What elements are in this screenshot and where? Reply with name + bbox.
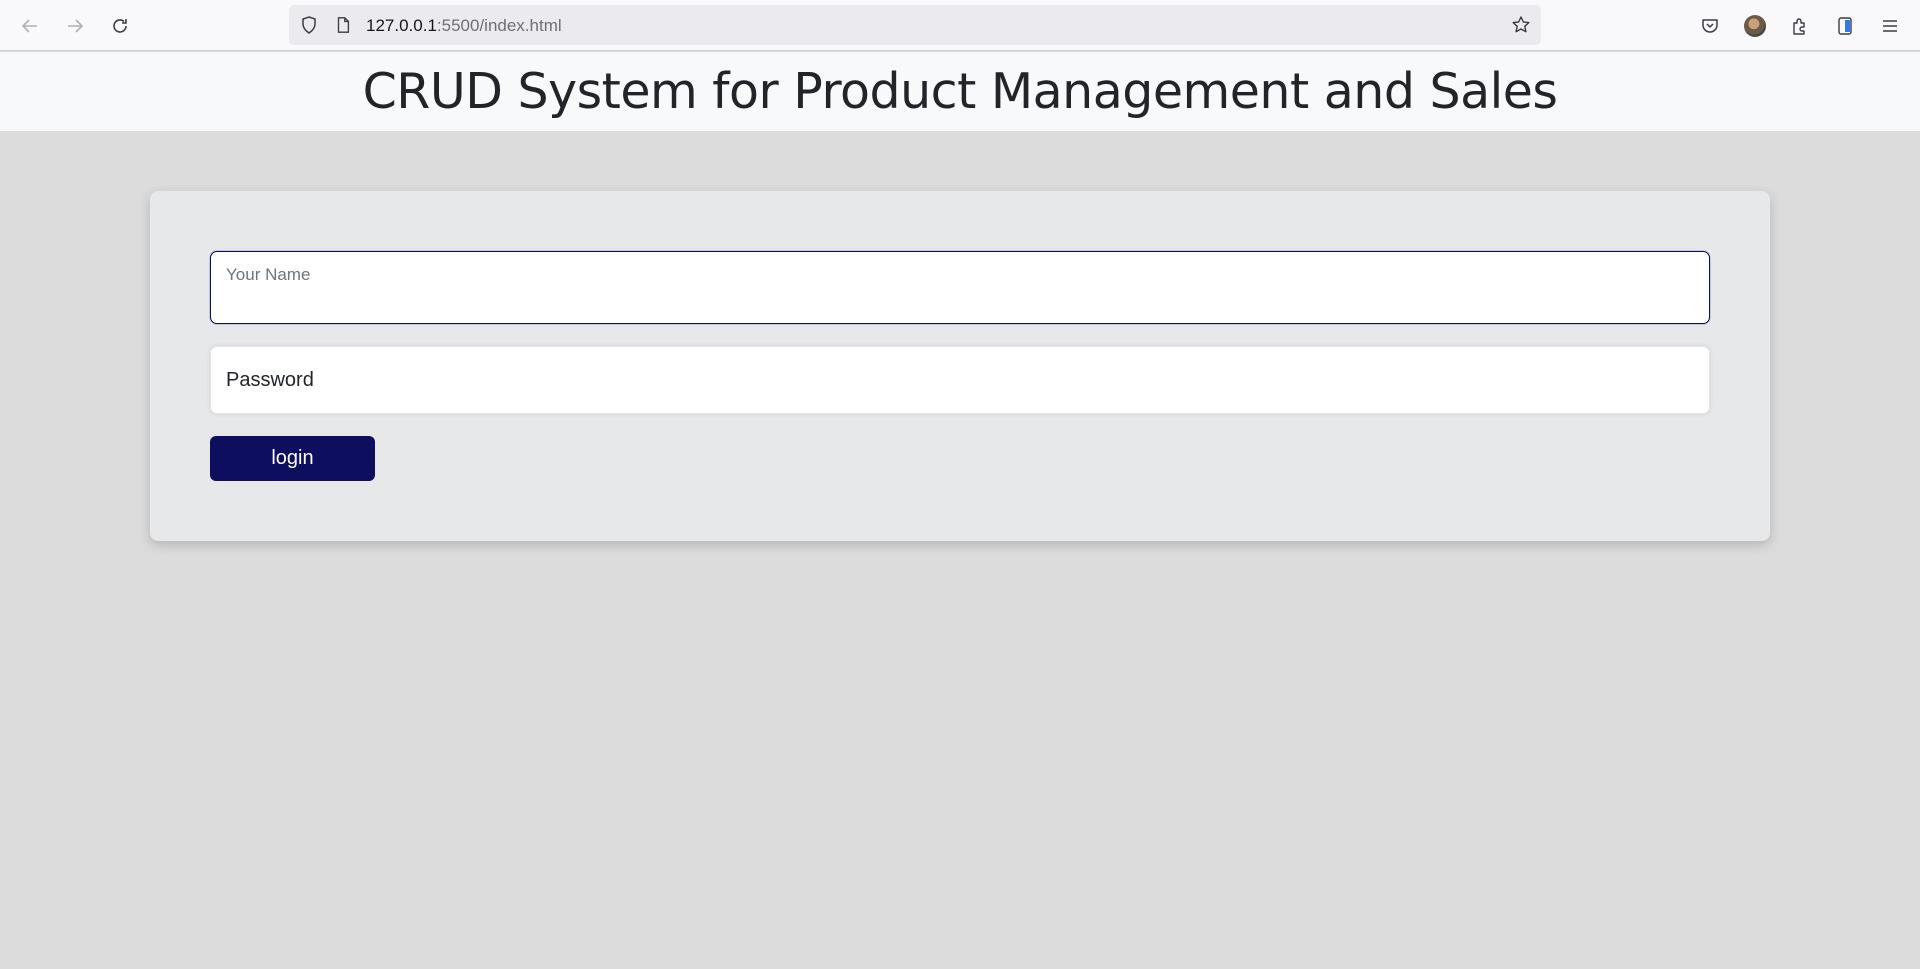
login-card: Your Name login: [150, 191, 1770, 541]
name-field[interactable]: Your Name: [210, 251, 1710, 324]
address-bar[interactable]: 127.0.0.1:5500/index.html: [289, 5, 1541, 45]
browser-toolbar: 127.0.0.1:5500/index.html: [0, 0, 1920, 51]
page-icon[interactable]: [331, 13, 355, 37]
shield-icon[interactable]: [297, 13, 321, 37]
password-field[interactable]: [210, 346, 1710, 414]
reload-icon: [113, 19, 127, 33]
account-avatar[interactable]: [1741, 12, 1769, 40]
password-input[interactable]: [226, 365, 1686, 395]
arrow-left-icon: [21, 19, 37, 33]
pocket-icon[interactable]: [1696, 12, 1724, 40]
url-host: 127.0.0.1: [366, 16, 437, 35]
hamburger-menu-icon[interactable]: [1876, 12, 1904, 40]
page-header: CRUD System for Product Management and S…: [0, 52, 1920, 131]
forward-button[interactable]: [59, 10, 91, 42]
back-button[interactable]: [14, 10, 46, 42]
login-button[interactable]: login: [210, 436, 375, 481]
url-path: :5500/index.html: [436, 16, 562, 35]
avatar: [1744, 15, 1766, 37]
name-input[interactable]: [226, 290, 1686, 314]
sidebar-extension-icon[interactable]: [1831, 12, 1859, 40]
arrow-right-icon: [68, 19, 84, 33]
page-title: CRUD System for Product Management and S…: [362, 63, 1558, 120]
star-icon[interactable]: [1509, 13, 1533, 37]
reload-button[interactable]: [104, 10, 136, 42]
puzzle-icon[interactable]: [1786, 12, 1814, 40]
url-text[interactable]: 127.0.0.1:5500/index.html: [366, 16, 562, 36]
name-floating-label: Your Name: [226, 265, 311, 284]
